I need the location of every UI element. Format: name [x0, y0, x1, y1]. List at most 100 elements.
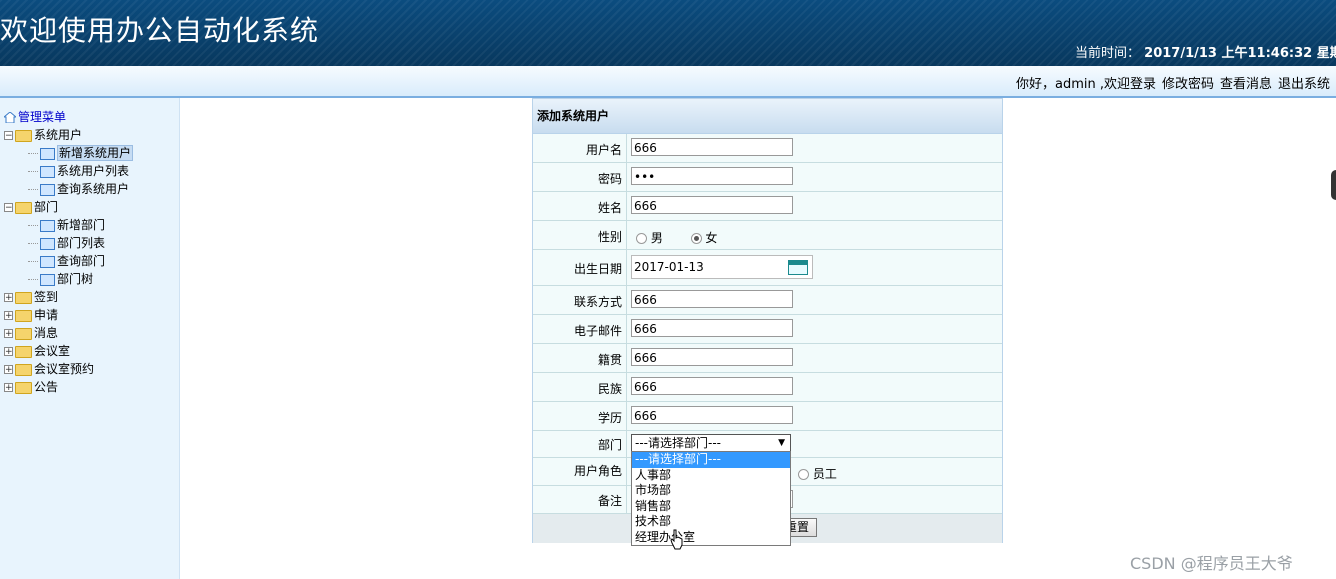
contact-label: 联系方式 [573, 295, 622, 309]
department-select[interactable]: ---请选择部门--- ▼ [631, 434, 791, 452]
education-label: 学历 [597, 411, 622, 425]
department-option[interactable]: 技术部 [632, 514, 790, 530]
column-divider [626, 286, 627, 314]
tree-group-application[interactable]: + 申请 [4, 306, 133, 324]
role-label: 用户角色 [573, 464, 622, 478]
education-input[interactable]: 666 [631, 406, 793, 424]
row-email: 电子邮件 666 [533, 315, 1002, 344]
page-icon [40, 147, 55, 160]
tree-group-meeting-booking[interactable]: + 会议室预约 [4, 360, 133, 378]
department-option[interactable]: 人事部 [632, 468, 790, 484]
native-place-input[interactable]: 666 [631, 348, 793, 366]
name-input[interactable]: 666 [631, 196, 793, 214]
username-input[interactable]: 666 [631, 138, 793, 156]
birthday-label: 出生日期 [573, 262, 622, 276]
tree-item-label: 新增系统用户 [57, 145, 134, 161]
tree-item-department-tree[interactable]: 部门树 [4, 270, 133, 288]
user-links: 你好，admin ,欢迎登录 修改密码 查看消息 退出系统 [1016, 73, 1336, 92]
folder-icon [15, 201, 32, 214]
ethnicity-label: 民族 [597, 382, 622, 396]
contact-input[interactable]: 666 [631, 290, 793, 308]
tree-item-label: 系统用户列表 [57, 164, 130, 178]
tree-group-label: 消息 [34, 326, 59, 340]
department-option[interactable]: 经理办公室 [632, 530, 790, 546]
email-input[interactable]: 666 [631, 319, 793, 337]
menu-root[interactable]: 管理菜单 [4, 108, 133, 126]
form-title: 添加系统用户 [533, 99, 1002, 134]
role-employee-label: 员工 [812, 467, 837, 481]
column-divider [626, 250, 627, 285]
username-label: 用户名 [585, 143, 622, 157]
tree-group-label: 公告 [34, 380, 59, 394]
department-option[interactable]: 销售部 [632, 499, 790, 515]
tree-group-department[interactable]: − 部门 [4, 198, 133, 216]
expand-icon[interactable]: + [4, 293, 13, 303]
app-header: 欢迎使用办公自动化系统 当前时间： 2017/1/13 上午11:46:32 星… [0, 0, 1336, 66]
tree-item-add-department[interactable]: 新增部门 [4, 216, 133, 234]
tree-group-meeting-room[interactable]: + 会议室 [4, 342, 133, 360]
menu-tree: 管理菜单 − 系统用户 新增系统用户 系统用户列表 查询系统用户 − 部门 新增部门… [4, 108, 134, 396]
role-employee-radio[interactable] [798, 469, 809, 480]
row-native-place: 籍贯 666 [533, 344, 1002, 373]
column-divider [626, 344, 627, 372]
tree-group-announcements[interactable]: + 公告 [4, 378, 133, 396]
scroll-handle[interactable] [1331, 170, 1336, 200]
watermark: CSDN @程序员王大爷 [1130, 554, 1293, 573]
greeting-text: 你好，admin ,欢迎登录 [1016, 77, 1156, 92]
tree-group-messages[interactable]: + 消息 [4, 324, 133, 342]
column-divider [626, 192, 627, 220]
tree-item-label: 查询系统用户 [57, 182, 130, 196]
birthday-date-input[interactable]: 2017-01-13 [631, 255, 813, 279]
change-password-link[interactable]: 修改密码 [1162, 77, 1214, 92]
tree-group-system-users[interactable]: − 系统用户 [4, 126, 133, 144]
expand-icon[interactable]: + [4, 347, 13, 357]
tree-item-add-system-user[interactable]: 新增系统用户 [4, 144, 134, 162]
folder-icon [15, 363, 32, 376]
column-divider [626, 134, 627, 162]
gender-male-radio[interactable] [636, 233, 647, 244]
calendar-icon[interactable] [788, 260, 808, 275]
tree-group-label: 签到 [34, 290, 59, 304]
column-divider [626, 431, 627, 457]
department-option[interactable]: ---请选择部门--- [632, 452, 790, 468]
expand-icon[interactable]: + [4, 329, 13, 339]
tree-item-query-system-user[interactable]: 查询系统用户 [4, 180, 133, 198]
expand-icon[interactable]: + [4, 311, 13, 321]
column-divider [626, 402, 627, 430]
tree-item-system-user-list[interactable]: 系统用户列表 [4, 162, 133, 180]
app-title: 欢迎使用办公自动化系统 [0, 14, 320, 47]
logout-link[interactable]: 退出系统 [1278, 77, 1330, 92]
tree-item-department-list[interactable]: 部门列表 [4, 234, 133, 252]
dropdown-arrow-icon: ▼ [778, 438, 785, 448]
collapse-icon[interactable]: − [4, 131, 13, 141]
page-icon [40, 255, 55, 268]
page-icon [40, 183, 55, 196]
tree-group-label: 申请 [34, 308, 59, 322]
column-divider [626, 458, 627, 485]
view-messages-link[interactable]: 查看消息 [1220, 77, 1272, 92]
menu-root-label: 管理菜单 [18, 110, 67, 124]
expand-icon[interactable]: + [4, 383, 13, 393]
tree-item-query-department[interactable]: 查询部门 [4, 252, 133, 270]
page-icon [40, 273, 55, 286]
clock-value: 2017/1/13 上午11:46:32 星期五 [1144, 46, 1336, 61]
clock-label: 当前时间： [1075, 46, 1141, 61]
tree-group-label: 会议室预约 [34, 362, 95, 376]
tree-group-checkin[interactable]: + 签到 [4, 288, 133, 306]
ethnicity-input[interactable]: 666 [631, 377, 793, 395]
row-password: 密码 ••• [533, 163, 1002, 192]
tree-group-label: 会议室 [34, 344, 71, 358]
collapse-icon[interactable]: − [4, 203, 13, 213]
tree-item-label: 查询部门 [57, 254, 106, 268]
expand-icon[interactable]: + [4, 365, 13, 375]
password-label: 密码 [597, 172, 622, 186]
password-input[interactable]: ••• [631, 167, 793, 185]
gender-female-radio[interactable] [690, 233, 702, 244]
row-birthday: 出生日期 2017-01-13 [533, 250, 1002, 286]
email-label: 电子邮件 [573, 324, 622, 338]
gender-label: 性别 [597, 230, 622, 244]
folder-icon [15, 345, 32, 358]
department-selected-value: ---请选择部门--- [635, 436, 721, 450]
gender-male-label: 男 [650, 231, 663, 245]
department-option[interactable]: 市场部 [632, 483, 790, 499]
